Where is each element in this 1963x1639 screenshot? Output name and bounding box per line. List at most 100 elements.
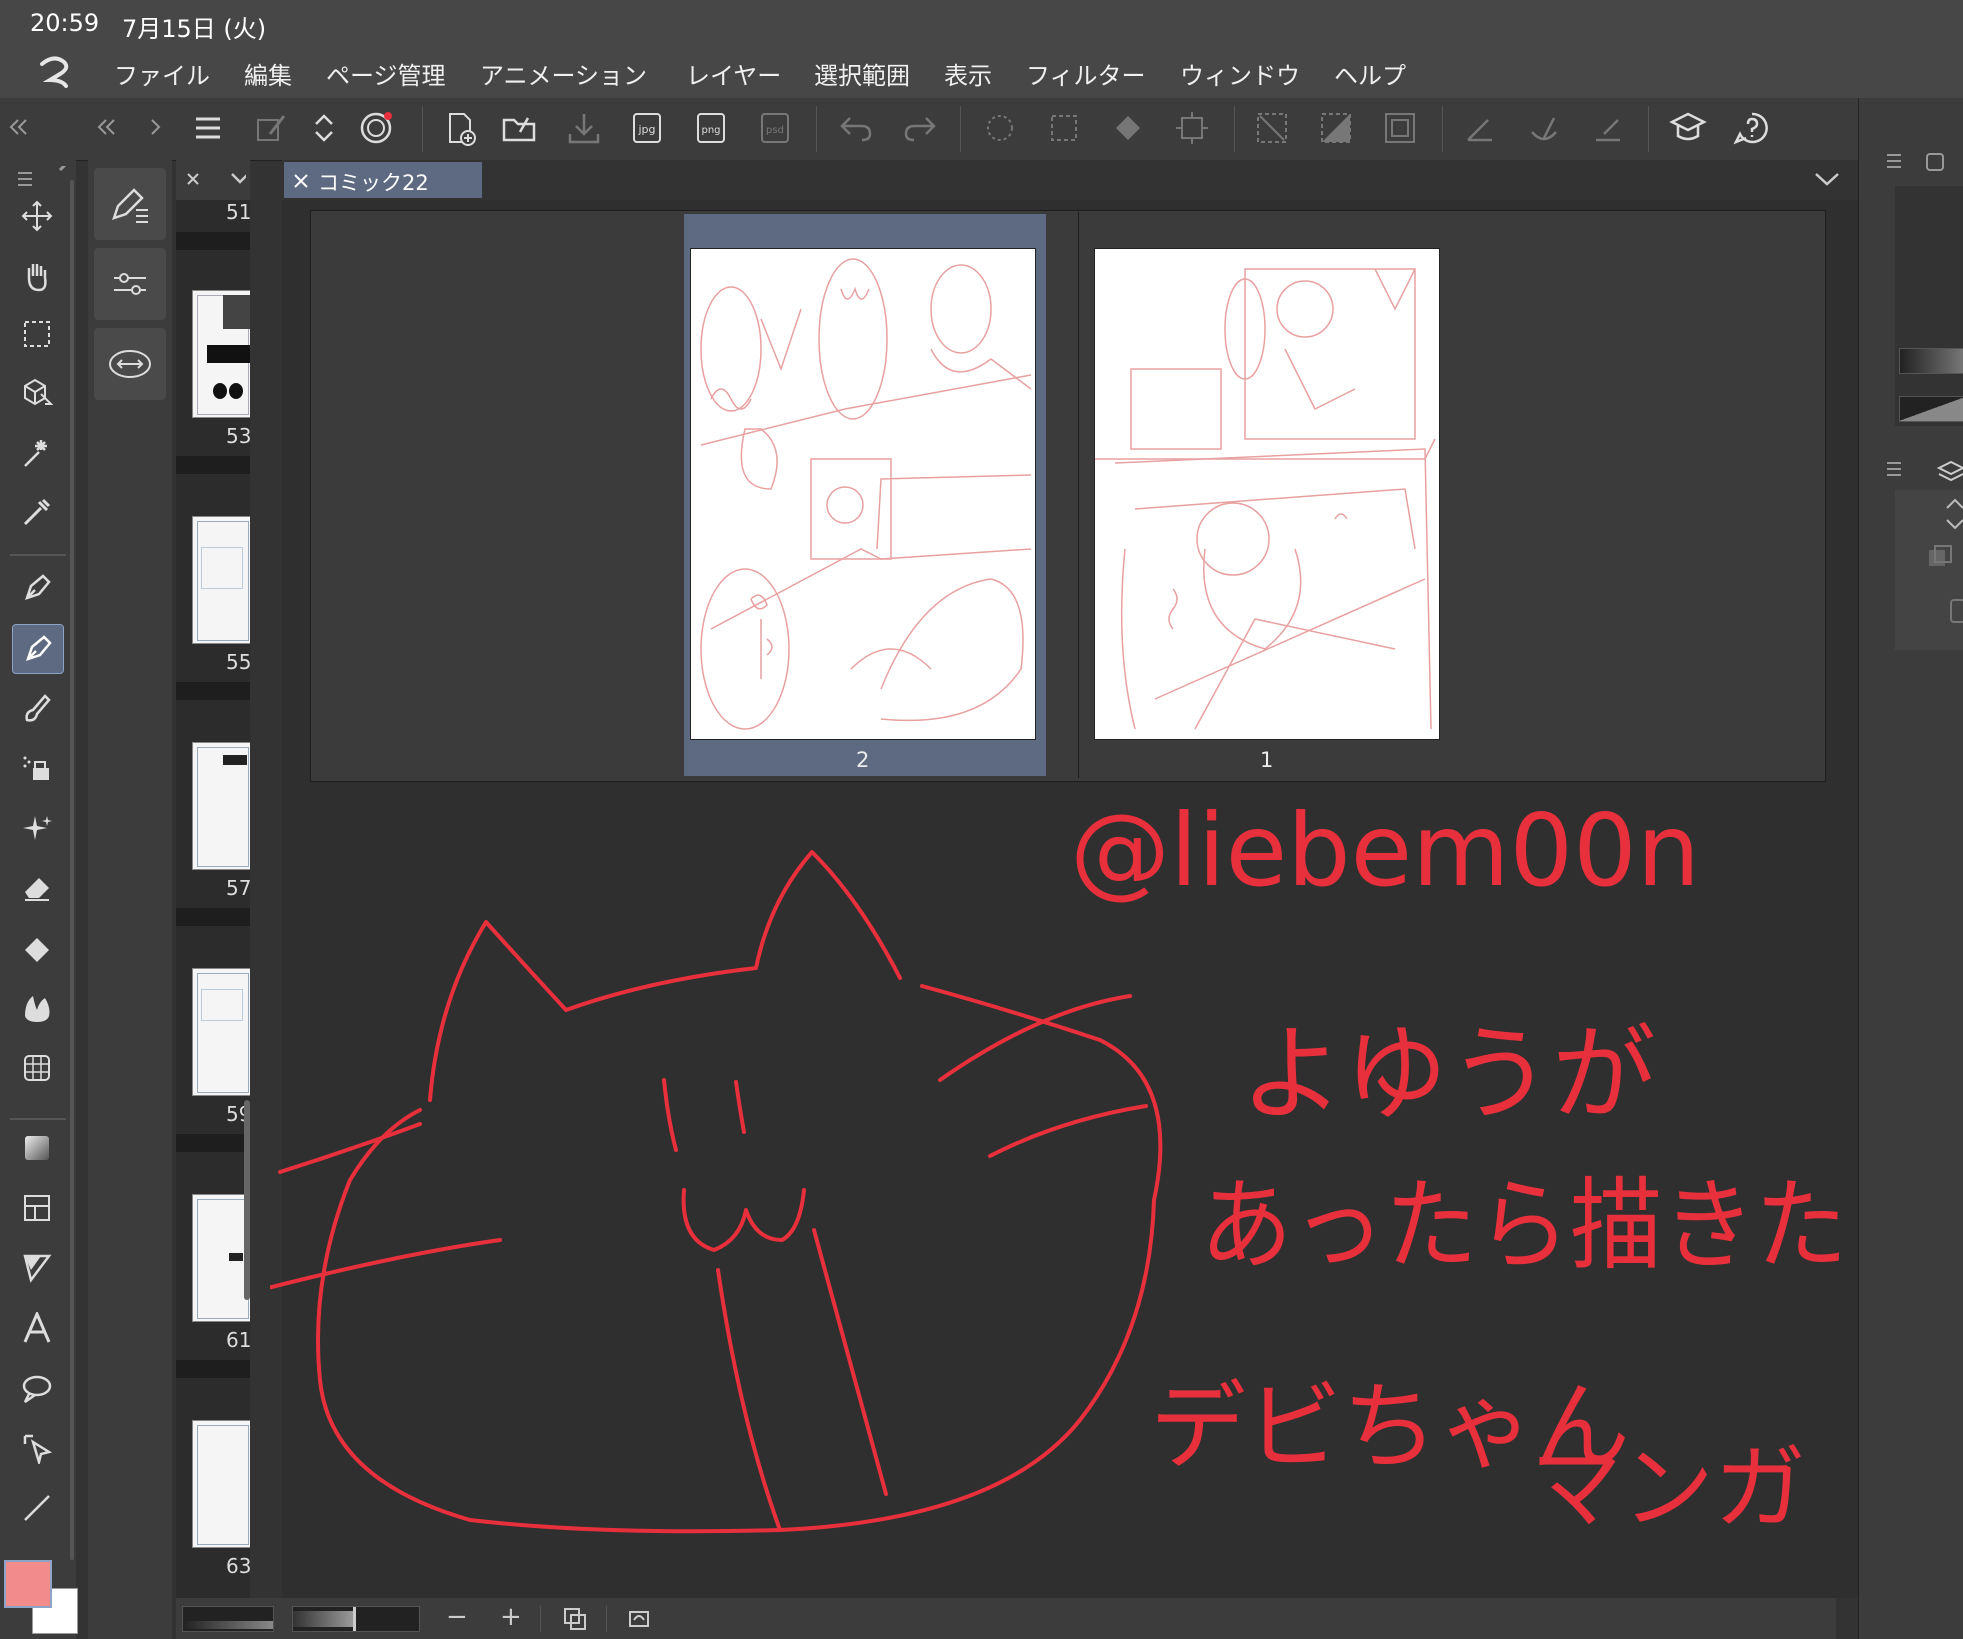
tool-3d-object[interactable] [12, 368, 62, 416]
layer-panel[interactable] [1895, 490, 1963, 650]
tool-blend[interactable] [12, 984, 62, 1032]
export-png-icon[interactable]: png [692, 108, 732, 148]
menu-help[interactable]: ヘルプ [1334, 56, 1406, 91]
invert-selection-icon[interactable] [1316, 108, 1356, 148]
page-thumbnail[interactable] [192, 968, 250, 1096]
menu-layer[interactable]: レイヤー [686, 56, 781, 91]
tool-ruler[interactable] [12, 1244, 62, 1292]
tool-pencil[interactable] [12, 624, 64, 674]
sub-tool-pencil-button[interactable] [94, 168, 166, 240]
right-panel-menu-icon[interactable] [1883, 148, 1953, 174]
zoom-slider[interactable] [292, 1606, 420, 1632]
menu-view[interactable]: 表示 [944, 56, 992, 91]
tool-airbrush[interactable] [12, 744, 62, 792]
layer-scroll-icon[interactable] [1945, 496, 1963, 532]
up-down-icon[interactable] [304, 108, 344, 148]
tool-frame[interactable] [12, 1184, 62, 1232]
ruler-edit-icon[interactable] [1588, 108, 1628, 148]
foreground-color-chip[interactable] [4, 1560, 52, 1608]
page-thumbnail[interactable] [192, 742, 250, 870]
tool-brush[interactable] [12, 684, 62, 732]
tool-move[interactable] [12, 192, 62, 240]
learn-icon[interactable] [1668, 108, 1708, 148]
brush-size-button[interactable] [94, 328, 166, 400]
tool-gradient[interactable] [12, 1124, 62, 1172]
thumb-scrollbar[interactable] [244, 1100, 250, 1300]
page-thumbnail[interactable] [192, 1194, 250, 1322]
tab-list-chevron-icon[interactable] [1812, 168, 1842, 192]
select-none-icon[interactable] [1252, 108, 1292, 148]
tool-property-button[interactable] [94, 248, 166, 320]
blend-icon [25, 996, 50, 1022]
menu-selection[interactable]: 選択範囲 [814, 56, 910, 91]
page-2-sketch [700, 258, 1032, 730]
tool-pen[interactable] [12, 564, 62, 612]
spiral-icon[interactable] [356, 108, 396, 148]
rotate-view-icon[interactable] [626, 1606, 652, 1632]
transform-icon[interactable] [1044, 108, 1084, 148]
help-icon[interactable] [1732, 108, 1772, 148]
tool-panel-scrollbar[interactable] [70, 180, 74, 1560]
tool-eyedropper[interactable] [12, 488, 62, 536]
tool-fill[interactable] [12, 924, 62, 972]
zoom-in-button[interactable]: + [500, 1602, 522, 1632]
menu-edit[interactable]: 編集 [244, 56, 292, 91]
sparkle-icon[interactable] [980, 108, 1020, 148]
tool-balloon[interactable] [12, 1364, 62, 1412]
collapse-left-icon[interactable] [8, 112, 68, 142]
layer-copy-icon[interactable] [1927, 544, 1953, 570]
page-thumbnail[interactable] [192, 516, 250, 644]
balloon-icon [22, 1375, 52, 1404]
menu-file[interactable]: ファイル [114, 56, 210, 91]
tool-text[interactable] [12, 1304, 62, 1352]
layer-mask-icon[interactable] [1949, 598, 1963, 624]
line-icon [24, 1495, 50, 1521]
layer-panel-menu-icon[interactable] [1883, 454, 1963, 484]
new-file-icon[interactable] [440, 108, 480, 148]
edit-icon[interactable] [252, 108, 292, 148]
menu-filter[interactable]: フィルター [1026, 56, 1146, 91]
close-icon[interactable] [180, 168, 246, 192]
ruler-icon[interactable] [1460, 108, 1500, 148]
save-icon[interactable] [564, 108, 604, 148]
tool-marquee[interactable] [12, 310, 62, 358]
color-panel[interactable] [1895, 186, 1963, 426]
fit-page-icon[interactable] [562, 1606, 588, 1632]
frame-icon [24, 1195, 50, 1221]
app-logo-icon[interactable] [34, 54, 74, 90]
tool-decoration[interactable] [12, 804, 62, 852]
open-folder-icon[interactable] [500, 108, 540, 148]
undo-icon[interactable] [836, 108, 876, 148]
page-1-canvas[interactable] [1094, 248, 1440, 740]
menu-window[interactable]: ウィンドウ [1180, 56, 1300, 91]
export-jpg-icon[interactable]: jpg [628, 108, 668, 148]
menu-icon[interactable] [188, 108, 228, 148]
page-thumbnail[interactable] [192, 290, 250, 418]
right-slider-1[interactable] [1899, 348, 1963, 374]
right-slider-2[interactable] [1899, 396, 1963, 422]
tool-line[interactable] [12, 1484, 62, 1532]
tool-grid[interactable] [12, 1044, 62, 1092]
export-psd-icon[interactable]: psd [756, 108, 796, 148]
tool-eraser[interactable] [12, 864, 62, 912]
show-selection-icon[interactable] [1380, 108, 1420, 148]
tool-magic-wand[interactable] [12, 428, 62, 476]
page-thumbnail-strip: 51 53 55 57 59 61 63 [176, 200, 250, 1598]
zoom-slider-left[interactable] [182, 1606, 274, 1632]
close-tab-icon[interactable] [292, 172, 310, 190]
panel-nav-icon[interactable] [90, 112, 170, 142]
menu-animation[interactable]: アニメーション [480, 56, 647, 91]
page-thumbnail[interactable] [192, 1420, 250, 1548]
document-tab[interactable]: コミック22 [284, 162, 482, 198]
tool-hand[interactable] [12, 252, 62, 300]
tool-object-select[interactable] [12, 1424, 62, 1472]
ruler-curve-icon[interactable] [1524, 108, 1564, 148]
redo-icon[interactable] [900, 108, 940, 148]
page-2-canvas[interactable] [690, 248, 1036, 740]
thumb-number: 57 [226, 876, 250, 900]
tool-panel-menu-icon[interactable] [14, 166, 70, 192]
crop-icon[interactable] [1172, 108, 1212, 148]
fill-bucket-icon[interactable] [1108, 108, 1148, 148]
zoom-out-button[interactable]: − [446, 1602, 468, 1632]
menu-page[interactable]: ページ管理 [326, 56, 446, 91]
